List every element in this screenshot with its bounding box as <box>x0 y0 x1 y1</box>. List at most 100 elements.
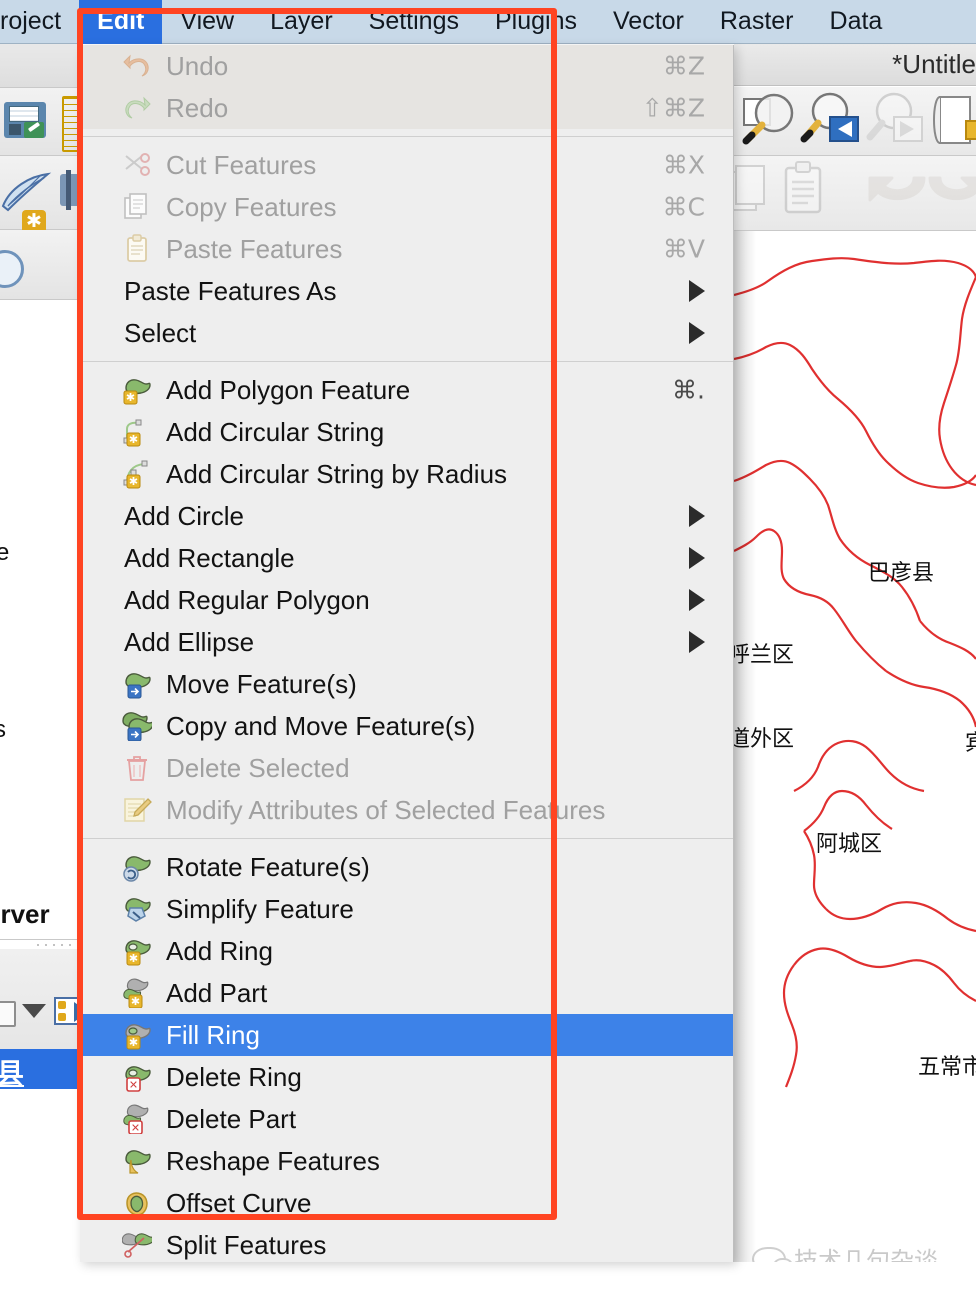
badge-dot-icon <box>58 1013 66 1021</box>
copy-move-feature-icon <box>122 711 152 741</box>
svg-text:✱: ✱ <box>131 996 140 1008</box>
save-project-icon[interactable] <box>4 102 46 138</box>
menubar-item-view[interactable]: View <box>162 0 252 44</box>
split-features-icon <box>122 1230 152 1260</box>
toolbar-strip-misc <box>0 230 80 300</box>
menu-item-add-circle[interactable]: Add Circle <box>80 495 733 537</box>
menubar-item-vector[interactable]: Vector <box>595 0 702 44</box>
svg-text:✱: ✱ <box>129 953 138 965</box>
menu-item-reshape-features[interactable]: Reshape Features <box>80 1140 733 1182</box>
menu-item-label: Add Rectangle <box>124 542 295 573</box>
map-label: 巴彦县 <box>868 561 935 586</box>
svg-text:✱: ✱ <box>129 1037 138 1049</box>
svg-text:✱: ✱ <box>129 476 138 488</box>
menu-item-add-circular-string[interactable]: ✱ Add Circular String <box>80 411 733 453</box>
menu-item-add-ring[interactable]: ✱ Add Ring <box>80 930 733 972</box>
menu-item-redo: Redo ⇧⌘Z <box>80 87 733 129</box>
panel-drag-handle[interactable] <box>34 942 80 948</box>
menu-item-split-features[interactable]: Split Features <box>80 1224 733 1262</box>
watermark-text: 技术几句杂谈 <box>794 1247 938 1262</box>
menu-item-shortcut: ⌘. <box>672 375 705 405</box>
menu-item-add-rectangle[interactable]: Add Rectangle <box>80 537 733 579</box>
menu-item-offset-curve[interactable]: Offset Curve <box>80 1182 733 1224</box>
simplify-feature-icon <box>122 894 152 924</box>
menu-item-move-feature-s[interactable]: Move Feature(s) <box>80 663 733 705</box>
panel-text-fragment-s: s <box>0 716 6 743</box>
menubar-item-label: Vector <box>613 7 684 35</box>
menu-item-rotate-feature-s[interactable]: Rotate Feature(s) <box>80 846 733 888</box>
menu-item-delete-part[interactable]: ✕ Delete Part <box>80 1098 733 1140</box>
circular-string-icon: ✱ <box>122 417 152 447</box>
svg-text:✕: ✕ <box>129 1080 138 1092</box>
menu-item-copy-features: Copy Features ⌘C <box>80 186 733 228</box>
menubar-item-raster[interactable]: Raster <box>702 0 812 44</box>
menu-item-label: Move Feature(s) <box>166 668 357 699</box>
menu-item-label: Add Ring <box>166 935 273 966</box>
fill-ring-icon: ✱ <box>122 1020 152 1050</box>
reshape-features-icon <box>122 1146 152 1176</box>
menu-item-add-circular-string-by-radius[interactable]: ✱ Add Circular String by Radius <box>80 453 733 495</box>
menu-item-label: Undo <box>166 50 229 81</box>
menu-item-label: Paste Features <box>166 233 343 264</box>
menu-item-add-regular-polygon[interactable]: Add Regular Polygon <box>80 579 733 621</box>
delete-part-icon: ✕ <box>122 1104 152 1134</box>
menu-separator <box>80 838 733 839</box>
edit-dropdown-menu[interactable]: Undo ⌘Z Redo ⇧⌘Z Cut Features ⌘X Copy Features… <box>80 45 734 1262</box>
menu-item-label: Modify Attributes of Selected Features <box>166 794 606 825</box>
submenu-arrow-icon <box>689 589 705 611</box>
menu-item-fill-ring[interactable]: ✱ Fill Ring <box>80 1014 733 1056</box>
menubar-item-plugins[interactable]: Plugins <box>477 0 595 44</box>
undo-arrow-icon <box>122 51 152 81</box>
menu-item-label: Delete Part <box>166 1103 297 1134</box>
menu-item-delete-ring[interactable]: ✕ Delete Ring <box>80 1056 733 1098</box>
menubar-item-roject[interactable]: roject <box>0 0 79 44</box>
menu-item-label: Add Polygon Feature <box>166 374 411 405</box>
map-canvas[interactable]: 巴彦县呼兰区道外区宾阿城区五常市 技术几句杂谈 <box>734 231 976 1262</box>
menubar-item-data[interactable]: Data <box>812 0 901 44</box>
menu-item-label: Redo <box>166 92 229 123</box>
feather-label-icon[interactable]: ✱ <box>0 172 52 234</box>
menubar-item-label: Layer <box>270 7 333 35</box>
submenu-arrow-icon <box>689 631 705 653</box>
menu-item-add-ellipse[interactable]: Add Ellipse <box>80 621 733 663</box>
redo-icon <box>928 176 976 201</box>
filter-combo-box[interactable] <box>0 1001 16 1027</box>
redo-arrow-icon <box>122 93 152 123</box>
menu-item-label: Delete Selected <box>166 752 350 783</box>
menu-item-select[interactable]: Select <box>80 312 733 354</box>
trash-icon <box>122 753 152 783</box>
menu-item-delete-selected: Delete Selected <box>80 747 733 789</box>
menu-item-copy-and-move-feature-s[interactable]: Copy and Move Feature(s) <box>80 705 733 747</box>
menu-item-add-part[interactable]: ✱ Add Part <box>80 972 733 1014</box>
menu-drop-shadow <box>734 231 756 1262</box>
new-map-layer-icon <box>933 96 976 144</box>
menu-item-label: Add Circular String <box>166 416 385 447</box>
copy-pages-icon <box>122 192 152 222</box>
chevron-down-icon[interactable] <box>22 1004 46 1018</box>
layers-panel-selected-item[interactable]: 县 <box>0 1049 80 1089</box>
modify-attributes-icon <box>122 795 152 825</box>
menu-item-add-polygon-feature[interactable]: ✱ Add Polygon Feature ⌘. <box>80 369 733 411</box>
toolbar-strip-save <box>0 88 84 156</box>
svg-text:✱: ✱ <box>129 434 138 446</box>
right-app-chrome: *Untitle 巴彦县 呼兰区 道外区 阿城区 五常市 技术几句杂谈 <box>727 44 976 1262</box>
menu-item-simplify-feature[interactable]: Simplify Feature <box>80 888 733 930</box>
menubar-item-settings[interactable]: Settings <box>351 0 477 44</box>
menu-item-paste-features-as[interactable]: Paste Features As <box>80 270 733 312</box>
layer-name-label: 县 <box>0 1058 25 1089</box>
circle-tool-icon[interactable] <box>0 250 24 288</box>
scissors-icon <box>122 150 152 180</box>
edit-pen-icon <box>24 122 44 138</box>
filter-legend-icon[interactable] <box>54 997 88 1025</box>
menu-item-label: Offset Curve <box>166 1187 312 1218</box>
menubar-item-layer[interactable]: Layer <box>252 0 351 44</box>
menubar-item-edit[interactable]: Edit <box>79 0 163 44</box>
copy-features-icon <box>727 165 765 211</box>
paste-features-icon <box>784 161 822 214</box>
zoom-previous-icon <box>800 92 859 143</box>
menu-item-shortcut: ⌘C <box>662 192 705 222</box>
menubar: roject Edit View Layer Settings Plugins Vector… <box>0 0 976 44</box>
menu-separator <box>80 136 733 137</box>
menu-item-label: Add Regular Polygon <box>124 584 370 615</box>
zoom-next-icon <box>866 92 923 142</box>
